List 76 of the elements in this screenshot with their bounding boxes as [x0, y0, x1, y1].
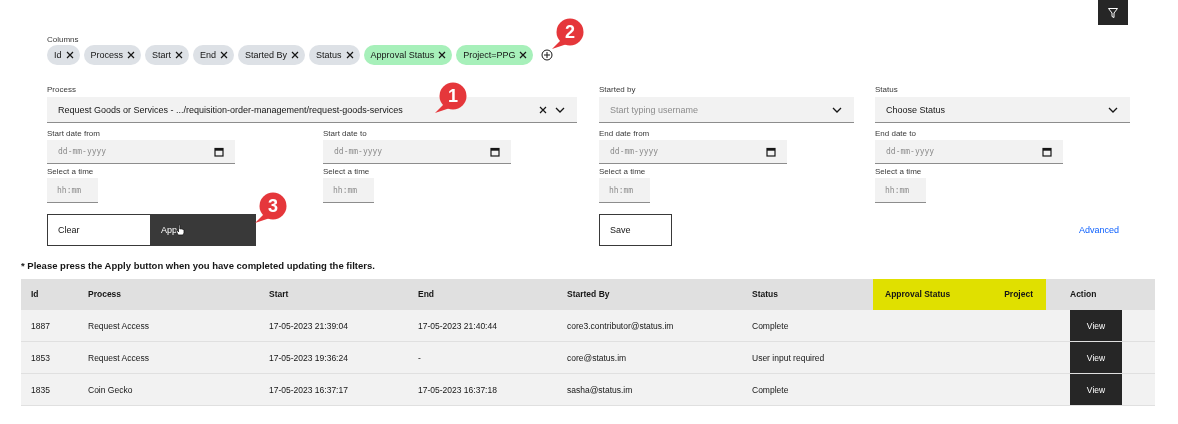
field-label: End date to — [875, 128, 917, 139]
calendar-icon — [490, 146, 500, 157]
clear-button[interactable]: Clear — [47, 213, 151, 246]
column-header[interactable]: Started By — [557, 279, 742, 310]
column-header[interactable]: Status — [742, 279, 873, 310]
column-tag[interactable]: Status — [309, 45, 360, 65]
table-cell: 17-05-2023 16:37:17 — [259, 374, 408, 406]
column-header[interactable]: End — [408, 279, 557, 310]
table-cell: 17-05-2023 19:36:24 — [259, 342, 408, 374]
close-icon — [539, 105, 547, 114]
close-icon — [220, 51, 229, 59]
calendar-icon — [214, 146, 224, 157]
save-button[interactable]: Save — [599, 213, 672, 246]
close-icon — [127, 51, 136, 59]
field-label: Select a time — [47, 166, 95, 177]
field-label: End date from — [599, 128, 651, 139]
column-tag[interactable]: Started By — [238, 45, 306, 65]
column-tag[interactable]: Approval Status — [363, 45, 453, 65]
field-label: Status — [875, 84, 899, 95]
instruction-text: * Please press the Apply button when you have completed updating the filters. — [20, 259, 376, 272]
field-label: Select a time — [599, 166, 647, 177]
column-header[interactable]: Project — [990, 279, 1046, 310]
close-icon — [291, 51, 300, 59]
table-cell: 17-05-2023 21:39:04 — [259, 310, 408, 342]
field-label: Start date to — [323, 128, 368, 139]
table-cell: Request Access — [78, 310, 259, 342]
column-header[interactable]: Process — [78, 279, 259, 310]
column-tag[interactable]: Process — [83, 45, 142, 65]
column-tag[interactable]: End — [193, 45, 235, 65]
table-cell: sasha@status.im — [557, 374, 742, 406]
table-cell: 17-05-2023 16:37:18 — [408, 374, 557, 406]
close-icon — [519, 51, 528, 59]
table-cell: 1887 — [21, 310, 78, 342]
field-label: Process — [47, 84, 77, 95]
table-cell: User input required — [742, 342, 873, 374]
table-cell: 17-05-2023 21:40:44 — [408, 310, 557, 342]
column-header[interactable]: Approval Status — [873, 279, 990, 310]
column-tag[interactable]: Project=PPG — [456, 45, 534, 65]
view-button[interactable]: View — [1070, 310, 1122, 341]
table-cell: 1853 — [21, 342, 78, 374]
calendar-icon — [766, 146, 776, 157]
chevron-down-icon — [832, 106, 842, 113]
table-cell: core@status.im — [557, 342, 742, 374]
field-label: Start date from — [47, 128, 101, 139]
field-label: Columns — [47, 34, 80, 45]
column-header[interactable]: Action — [1046, 279, 1155, 310]
field-label: Started by — [599, 84, 637, 95]
close-icon — [175, 51, 184, 59]
dropdown-field[interactable]: Choose Status — [875, 97, 1130, 123]
close-icon — [345, 51, 354, 59]
table-cell: 1835 — [21, 374, 78, 406]
table-cell: Request Access — [78, 342, 259, 374]
view-button[interactable]: View — [1070, 374, 1122, 405]
column-header[interactable]: Id — [21, 279, 78, 310]
field-label: Select a time — [323, 166, 371, 177]
chevron-down-icon — [555, 106, 565, 113]
column-tag[interactable]: Id — [47, 45, 80, 65]
calendar-icon — [1042, 146, 1052, 157]
view-button[interactable]: View — [1070, 342, 1122, 373]
close-icon — [65, 51, 74, 59]
apply-button[interactable]: App — [151, 213, 256, 246]
hand-cursor-icon — [175, 223, 185, 236]
table-cell: Complete — [742, 310, 873, 342]
table-cell: Coin Gecko — [78, 374, 259, 406]
table-cell: core3.contributor@status.im — [557, 310, 742, 342]
advanced-link[interactable]: Advanced — [1078, 224, 1119, 235]
table-cell: Complete — [742, 374, 873, 406]
chevron-down-icon — [1108, 106, 1118, 113]
field-label: Select a time — [875, 166, 923, 177]
filter-button[interactable] — [1098, 0, 1128, 25]
column-tag[interactable]: Start — [145, 45, 190, 65]
filter-icon — [1108, 7, 1118, 18]
table-cell: - — [408, 342, 557, 374]
column-header[interactable]: Start — [259, 279, 408, 310]
plus-circle-icon — [541, 49, 554, 61]
close-icon — [438, 51, 447, 59]
